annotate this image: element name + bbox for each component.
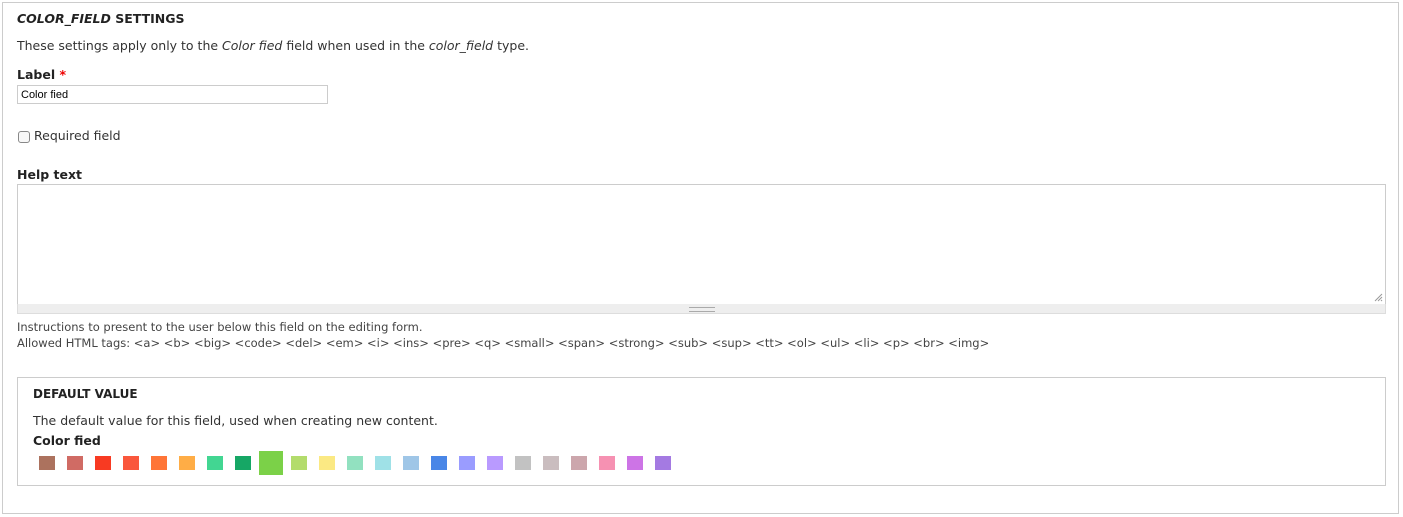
color-swatch[interactable]	[347, 456, 363, 470]
color-swatch[interactable]	[67, 456, 83, 470]
default-value-description: The default value for this field, used w…	[33, 413, 438, 428]
required-field-label[interactable]: Required field	[34, 128, 121, 143]
color-swatch[interactable]	[627, 456, 643, 470]
desc-field-label: Color fied	[222, 38, 283, 53]
label-input[interactable]	[17, 85, 328, 104]
color-swatch[interactable]	[487, 456, 503, 470]
desc-text: field when used in the	[282, 38, 429, 53]
settings-description: These settings apply only to the Color f…	[17, 38, 529, 53]
color-swatch[interactable]	[151, 456, 167, 470]
color-swatch[interactable]	[655, 456, 671, 470]
settings-title: COLOR_FIELD SETTINGS	[17, 11, 185, 26]
resize-corner-icon[interactable]	[1374, 293, 1383, 302]
desc-text: These settings apply only to the	[17, 38, 223, 53]
color-swatch[interactable]	[375, 456, 391, 470]
color-swatch[interactable]	[319, 456, 335, 470]
required-marker: *	[59, 67, 67, 82]
color-swatch[interactable]	[235, 456, 251, 470]
desc-field-type: color_field	[428, 38, 494, 53]
color-swatch[interactable]	[207, 456, 223, 470]
grip-icon	[689, 307, 715, 312]
textarea-resize-grippie[interactable]	[17, 304, 1386, 314]
color-field-label: Color fied	[33, 433, 101, 448]
help-text-description: Instructions to present to the user belo…	[17, 320, 423, 334]
color-swatch[interactable]	[95, 456, 111, 470]
color-swatch[interactable]	[571, 456, 587, 470]
allowed-html-tags: Allowed HTML tags: <a> <b> <big> <code> …	[17, 336, 990, 350]
color-swatch[interactable]	[39, 456, 55, 470]
default-value-legend: DEFAULT VALUE	[33, 387, 138, 401]
title-suffix: SETTINGS	[110, 11, 185, 26]
color-swatch[interactable]	[543, 456, 559, 470]
color-swatch[interactable]	[403, 456, 419, 470]
color-swatch-selected[interactable]	[259, 451, 283, 475]
color-swatch[interactable]	[515, 456, 531, 470]
color-swatch[interactable]	[431, 456, 447, 470]
help-text-label: Help text	[17, 167, 83, 182]
color-swatch[interactable]	[179, 456, 195, 470]
desc-text: type.	[493, 38, 529, 53]
color-swatch[interactable]	[123, 456, 139, 470]
color-swatch[interactable]	[459, 456, 475, 470]
label-field-label: Label *	[17, 67, 66, 82]
color-swatch[interactable]	[599, 456, 615, 470]
label-text: Label	[17, 67, 56, 82]
title-field-name: COLOR_FIELD	[17, 11, 111, 26]
color-swatch[interactable]	[291, 456, 307, 470]
required-field-checkbox[interactable]	[18, 131, 30, 143]
help-text-textarea[interactable]	[17, 184, 1386, 305]
